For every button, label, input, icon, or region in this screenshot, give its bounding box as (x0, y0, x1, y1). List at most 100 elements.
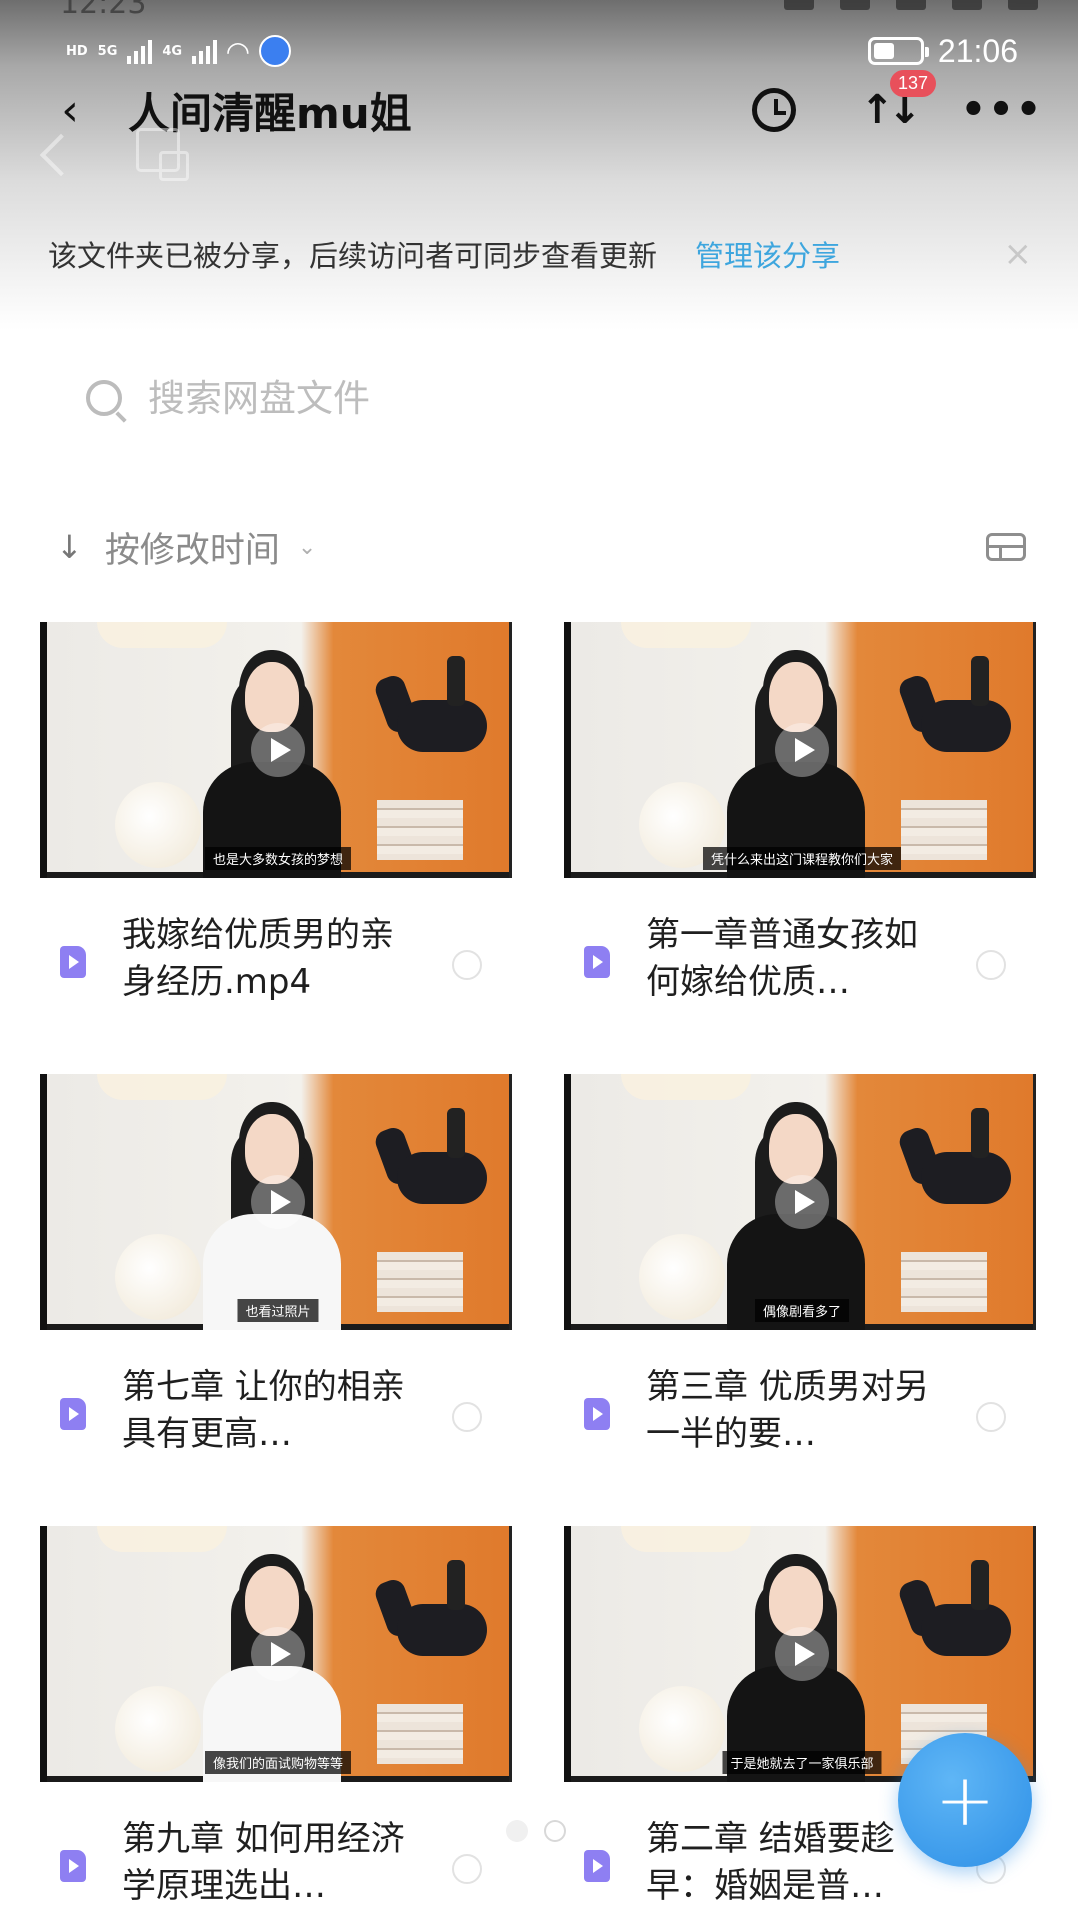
video-thumbnail[interactable]: 也看过照片 (40, 1074, 512, 1330)
status-bar: HD 5G 4G ◠ 21:06 (0, 28, 1078, 74)
transfer-badge: 137 (890, 70, 937, 97)
file-meta: 第九章 如何用经济学原理选出… (40, 1816, 512, 1913)
select-checkbox[interactable] (976, 1402, 1006, 1432)
play-icon[interactable] (251, 1627, 305, 1681)
share-banner: 该文件夹已被分享，后续访问者可同步查看更新 管理该分享 × (0, 222, 1078, 286)
select-checkbox[interactable] (452, 1402, 482, 1432)
file-name[interactable]: 第二章 结婚要趁早：婚姻是普… (646, 1816, 946, 1910)
horse-artwork (896, 1108, 1021, 1228)
lamp-ball (115, 782, 201, 868)
page-dot-active (544, 1820, 566, 1842)
sort-bar: ↓ 按修改时间 ⌄ (56, 520, 1026, 574)
horse-artwork (372, 656, 497, 776)
back-button[interactable]: ‹ (50, 85, 90, 136)
ghost-overlay-icons (36, 128, 189, 181)
play-icon[interactable] (251, 723, 305, 777)
select-checkbox[interactable] (452, 950, 482, 980)
horse-artwork (372, 1108, 497, 1228)
book-stack (901, 1252, 987, 1312)
chevron-down-icon[interactable]: ⌄ (298, 535, 316, 560)
lamp-shade (621, 1526, 751, 1552)
lamp-shade (97, 1074, 227, 1100)
video-file-icon (60, 1850, 86, 1882)
book-stack (377, 800, 463, 860)
share-banner-text: 该文件夹已被分享，后续访问者可同步查看更新 (48, 239, 658, 273)
ghost-back-icon (39, 133, 83, 177)
upload-fab-button[interactable]: + (898, 1733, 1032, 1867)
file-meta: 第七章 让你的相亲具有更高… (40, 1364, 512, 1474)
title-actions: ↑↓ 137 ••• (748, 70, 1042, 136)
lamp-ball (115, 1234, 201, 1320)
lamp-shade (97, 622, 227, 648)
signal-icon (192, 38, 218, 64)
plus-icon: + (934, 1758, 996, 1842)
video-file-icon (60, 946, 86, 978)
play-icon[interactable] (251, 1175, 305, 1229)
search-input[interactable] (148, 376, 848, 420)
battery-icon (867, 37, 929, 65)
video-thumbnail[interactable]: 偶像剧看多了 (564, 1074, 1036, 1330)
book-stack (377, 1704, 463, 1764)
horse-artwork (896, 656, 1021, 776)
video-thumbnail[interactable]: 凭什么来出这门课程教你们大家 (564, 622, 1036, 878)
file-grid: 也是大多数女孩的梦想 我嫁给优质男的亲身经历.mp4 凭什么来出这门课程教你们大… (40, 622, 1040, 1913)
play-icon[interactable] (775, 1627, 829, 1681)
video-subtitle: 凭什么来出这门课程教你们大家 (702, 847, 902, 870)
video-subtitle: 偶像剧看多了 (754, 1299, 850, 1322)
file-name[interactable]: 第七章 让你的相亲具有更高… (122, 1364, 422, 1458)
lamp-ball (639, 1686, 725, 1772)
book-stack (901, 800, 987, 860)
lamp-shade (97, 1526, 227, 1552)
file-card[interactable]: 像我们的面试购物等等 第九章 如何用经济学原理选出… (40, 1526, 512, 1913)
lamp-ball (115, 1686, 201, 1772)
status-time: 21:06 (937, 32, 1018, 69)
file-name[interactable]: 第九章 如何用经济学原理选出… (122, 1816, 422, 1910)
horse-artwork (372, 1560, 497, 1680)
select-checkbox[interactable] (452, 1854, 482, 1884)
file-card[interactable]: 也是大多数女孩的梦想 我嫁给优质男的亲身经历.mp4 (40, 622, 512, 1074)
video-file-icon (584, 1398, 610, 1430)
play-icon[interactable] (775, 1175, 829, 1229)
signal-icon (127, 38, 153, 64)
status-right: 21:06 (867, 32, 1018, 70)
video-subtitle: 于是她就去了一家俱乐部 (722, 1751, 882, 1774)
file-card[interactable]: 凭什么来出这门课程教你们大家 第一章普通女孩如何嫁给优质… (564, 622, 1036, 1074)
video-thumbnail[interactable]: 像我们的面试购物等等 (40, 1526, 512, 1782)
horse-artwork (896, 1560, 1021, 1680)
4g-label: 4G (162, 43, 183, 59)
ghost-status-icons (658, 0, 1038, 14)
file-meta: 第三章 优质男对另一半的要… (564, 1364, 1036, 1474)
network-indicators: HD 5G 4G ◠ (66, 35, 291, 68)
book-stack (377, 1252, 463, 1312)
file-meta: 第一章普通女孩如何嫁给优质… (564, 912, 1036, 1022)
close-icon[interactable]: × (1004, 234, 1033, 274)
5g-label: 5G (97, 43, 118, 59)
video-thumbnail[interactable]: 也是大多数女孩的梦想 (40, 622, 512, 878)
file-card[interactable]: 也看过照片 第七章 让你的相亲具有更高… (40, 1074, 512, 1526)
hd-label: HD (66, 43, 88, 59)
lamp-shade (621, 622, 751, 648)
transfer-button[interactable]: ↑↓ 137 (860, 70, 937, 136)
ghost-status-time: 12:23 (60, 0, 147, 21)
sort-arrow-icon[interactable]: ↓ (56, 528, 83, 566)
sort-dropdown[interactable]: 按修改时间 (105, 522, 280, 573)
search-icon (86, 380, 122, 416)
manage-share-link[interactable]: 管理该分享 (695, 233, 840, 275)
file-name[interactable]: 第三章 优质男对另一半的要… (646, 1364, 946, 1458)
ghost-window-icon (136, 128, 189, 181)
play-icon[interactable] (775, 723, 829, 777)
page-dot (506, 1820, 528, 1842)
more-icon: ••• (960, 87, 1044, 133)
more-button[interactable]: ••• (961, 84, 1042, 136)
history-button[interactable] (748, 84, 800, 136)
file-meta: 我嫁给优质男的亲身经历.mp4 (40, 912, 512, 1022)
file-card[interactable]: 偶像剧看多了 第三章 优质男对另一半的要… (564, 1074, 1036, 1526)
file-name[interactable]: 第一章普通女孩如何嫁给优质… (646, 912, 946, 1006)
search-bar[interactable] (60, 362, 1020, 434)
app-notification-icon (258, 35, 291, 67)
video-file-icon (60, 1398, 86, 1430)
select-checkbox[interactable] (976, 950, 1006, 980)
view-toggle-icon[interactable] (986, 533, 1026, 561)
lamp-ball (639, 1234, 725, 1320)
file-name[interactable]: 我嫁给优质男的亲身经历.mp4 (122, 912, 422, 1006)
